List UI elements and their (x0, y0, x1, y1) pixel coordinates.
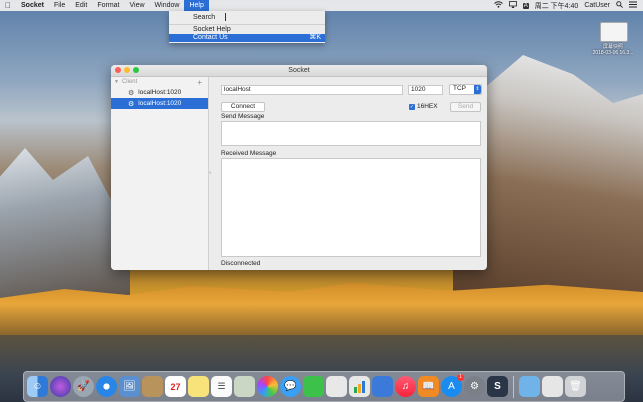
help-search-label: Search (193, 13, 216, 21)
menu-separator (169, 24, 325, 25)
apple-menu-icon[interactable]:  (0, 0, 16, 11)
numbers-icon[interactable] (349, 376, 370, 397)
music-icon[interactable]: ♫ (395, 376, 416, 397)
photos-icon[interactable] (257, 376, 278, 397)
host-input[interactable]: localHost (221, 85, 403, 95)
menu-item-label: Contact Us (193, 34, 228, 41)
photos-viewer-icon[interactable]: 🖼 (119, 376, 140, 397)
screenshots-stack-icon[interactable] (542, 376, 563, 397)
menu-bar:  Socket File Edit Format View Window He… (0, 0, 643, 11)
window-titlebar[interactable]: Socket (111, 65, 487, 77)
gear-icon: ⚙ (128, 89, 135, 97)
dock-separator (513, 375, 514, 398)
main-panel: localHost 1020 TCP ⇕ Connect ✓ 16HEX Sen… (221, 77, 483, 270)
notification-center-icon[interactable] (629, 1, 637, 10)
screenshot-file-label[interactable]: 屏幕快照 2018-03-06 16.3... (583, 44, 643, 56)
protocol-value: TCP (453, 85, 466, 92)
menu-format[interactable]: Format (92, 0, 124, 11)
port-input[interactable]: 1020 (408, 85, 443, 95)
menu-help[interactable]: Help (184, 0, 209, 11)
notes-book-icon[interactable] (142, 376, 163, 397)
messages-icon[interactable]: 💬 (280, 376, 301, 397)
screenshot-file-icon[interactable] (600, 22, 628, 42)
trash-icon[interactable]: 🗑 (565, 376, 586, 397)
app-store-icon[interactable]: A 1 (441, 374, 464, 397)
dock: ☺ 🚀 🖼 27 ☰ 💬 ♫ 📖 A 1 ⚙ S 🗑 (23, 371, 625, 402)
send-message-textarea[interactable] (221, 121, 481, 146)
socket-app-icon[interactable]: S (487, 376, 508, 397)
launchpad-icon[interactable]: 🚀 (73, 376, 94, 397)
help-search-field[interactable] (225, 13, 227, 21)
calendar-icon[interactable]: 27 (165, 376, 186, 397)
send-message-label: Send Message (221, 113, 265, 120)
status-area: A 周二 下午4:40 CatUser (493, 1, 643, 11)
minimize-button[interactable] (124, 67, 130, 73)
hex-checkbox[interactable]: ✓ 16HEX (409, 103, 438, 110)
zoom-button[interactable] (133, 67, 139, 73)
socket-window: Socket ▼ Client + ⚙ localHost:1020 ⚙ loc… (111, 65, 487, 270)
file-label-line2: 2018-03-06 16.3... (592, 50, 634, 56)
system-preferences-icon[interactable]: ⚙ (464, 376, 485, 397)
send-button[interactable]: Send (450, 102, 481, 112)
app-store-badge: 1 (457, 374, 464, 381)
sidebar-item-connection-2[interactable]: ⚙ localHost:1020 (111, 98, 208, 109)
sidebar-item-label: localHost:1020 (138, 100, 182, 107)
checkmark-icon: ✓ (409, 103, 415, 110)
menu-item-contact-us[interactable]: Contact Us ⌘K (169, 34, 325, 42)
menu-app-name[interactable]: Socket (16, 0, 49, 11)
menu-item-label: Socket Help (193, 26, 231, 33)
menu-window[interactable]: Window (150, 0, 185, 11)
window-title: Socket (288, 67, 310, 74)
reminders-icon[interactable]: ☰ (211, 376, 232, 397)
menu-edit[interactable]: Edit (70, 0, 92, 11)
sidebar-section-header[interactable]: ▼ Client + (111, 77, 208, 87)
help-menu-dropdown: Search Socket Help Contact Us ⌘K (169, 11, 325, 43)
add-connection-button[interactable]: + (197, 78, 202, 87)
split-view-handle[interactable]: + (208, 170, 212, 177)
connection-status: Disconnected (221, 260, 261, 267)
menubar-clock[interactable]: 周二 下午4:40 (535, 1, 579, 11)
menu-item-shortcut: ⌘K (309, 34, 321, 41)
traffic-lights (115, 67, 139, 73)
sidebar-item-connection-1[interactable]: ⚙ localHost:1020 (111, 87, 208, 98)
safari-icon[interactable] (96, 376, 117, 397)
notes-icon[interactable] (188, 376, 209, 397)
airplay-icon[interactable] (508, 1, 517, 10)
spotlight-icon[interactable] (616, 1, 623, 10)
keynote-podium-icon[interactable] (372, 376, 393, 397)
socket-app-letter: S (494, 381, 501, 392)
received-message-label: Received Message (221, 150, 277, 157)
siri-icon[interactable] (50, 376, 71, 397)
keynote-icon[interactable] (326, 376, 347, 397)
sidebar: ▼ Client + ⚙ localHost:1020 ⚙ localHost:… (111, 77, 209, 270)
facetime-icon[interactable] (303, 376, 324, 397)
received-message-textarea[interactable] (221, 158, 481, 257)
sidebar-item-label: localHost:1020 (138, 89, 182, 96)
help-search[interactable]: Search (169, 11, 325, 23)
disclosure-triangle-icon[interactable]: ▼ (114, 79, 119, 85)
menubar-user[interactable]: CatUser (584, 2, 610, 9)
gear-icon: ⚙ (128, 100, 135, 108)
protocol-select[interactable]: TCP ⇕ (449, 84, 482, 95)
chevron-updown-icon: ⇕ (474, 85, 481, 94)
calendar-day: 27 (170, 381, 181, 392)
downloads-folder-icon[interactable] (519, 376, 540, 397)
wifi-icon[interactable] (493, 1, 503, 10)
menu-item-socket-help[interactable]: Socket Help (169, 26, 325, 34)
menu-file[interactable]: File (49, 0, 70, 11)
books-icon[interactable]: 📖 (418, 376, 439, 397)
input-method-icon[interactable]: A (522, 2, 529, 9)
menu-view[interactable]: View (124, 0, 149, 11)
sidebar-section-label: Client (121, 79, 138, 85)
maps-icon[interactable] (234, 376, 255, 397)
hex-label: 16HEX (417, 103, 438, 110)
connect-button[interactable]: Connect (221, 102, 265, 112)
close-button[interactable] (115, 67, 121, 73)
finder-icon[interactable]: ☺ (27, 376, 48, 397)
